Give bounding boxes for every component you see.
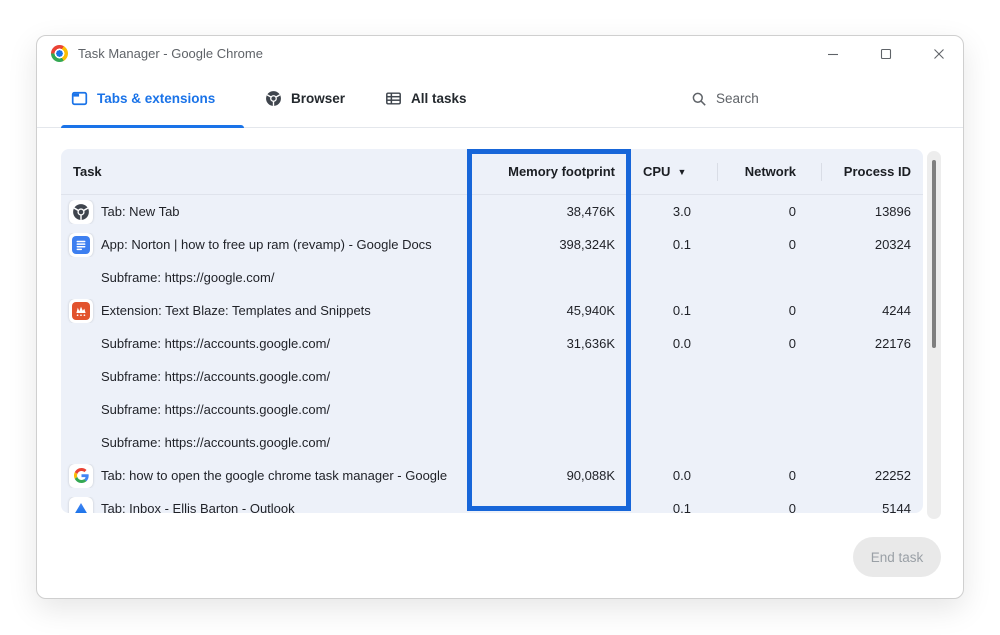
active-tab-underline: [61, 125, 244, 128]
scrollbar-track[interactable]: [927, 151, 941, 519]
window-title: Task Manager - Google Chrome: [78, 46, 263, 61]
column-header-network[interactable]: Network: [717, 163, 821, 181]
minimize-button[interactable]: [813, 42, 853, 66]
task-cell: Tab: New Tab: [61, 200, 467, 224]
search-icon: [691, 91, 707, 107]
memory-cell: 90,088K: [467, 468, 631, 483]
end-task-button[interactable]: End task: [853, 537, 941, 577]
table-row[interactable]: Subframe: https://accounts.google.com/: [61, 426, 923, 459]
task-manager-window: Task Manager - Google Chrome Tabs & exte…: [36, 35, 964, 599]
cpu-cell: 0.1: [631, 501, 717, 513]
scrollbar-thumb[interactable]: [932, 160, 936, 348]
tab-icon: [71, 90, 88, 107]
column-header-cpu[interactable]: CPU ▼: [631, 164, 717, 179]
task-label: Tab: New Tab: [101, 204, 180, 219]
minimize-icon: [825, 46, 841, 62]
pid-cell: 13896: [821, 204, 923, 219]
maximize-button[interactable]: [866, 42, 906, 66]
table-row[interactable]: Subframe: https://accounts.google.com/ 3…: [61, 327, 923, 360]
task-cell: Subframe: https://accounts.google.com/: [61, 332, 467, 356]
tab-bar: Tabs & extensions Browser All tasks: [37, 70, 963, 128]
search-input[interactable]: [716, 91, 866, 106]
chrome-mono-icon: [69, 200, 93, 224]
google-docs-icon: [69, 233, 93, 257]
pid-cell: 22252: [821, 468, 923, 483]
cpu-cell: 3.0: [631, 204, 717, 219]
memory-cell: 38,476K: [467, 204, 631, 219]
cpu-cell: 0.1: [631, 237, 717, 252]
cpu-cell: 0.0: [631, 336, 717, 351]
pid-cell: 5144: [821, 501, 923, 513]
chrome-mono-icon: [265, 90, 282, 107]
table-row[interactable]: Subframe: https://accounts.google.com/: [61, 360, 923, 393]
title-bar: Task Manager - Google Chrome: [37, 36, 963, 70]
task-label: Tab: how to open the google chrome task …: [101, 468, 447, 483]
memory-cell: 31,636K: [467, 336, 631, 351]
close-icon: [931, 46, 947, 62]
task-cell: Subframe: https://accounts.google.com/: [61, 431, 467, 455]
network-cell: 0: [717, 336, 821, 351]
column-header-process-id[interactable]: Process ID: [821, 163, 923, 181]
textblaze-icon: [69, 299, 93, 323]
google-g-icon: [69, 464, 93, 488]
task-label: App: Norton | how to free up ram (revamp…: [101, 237, 432, 252]
task-label: Subframe: https://accounts.google.com/: [101, 435, 330, 450]
task-cell: Subframe: https://accounts.google.com/: [61, 365, 467, 389]
task-label: Extension: Text Blaze: Templates and Sni…: [101, 303, 371, 318]
cpu-cell: 0.0: [631, 468, 717, 483]
task-label: Subframe: https://accounts.google.com/: [101, 369, 330, 384]
search-box: [691, 70, 866, 127]
table-row[interactable]: Tab: New Tab 38,476K 3.0 0 13896: [61, 195, 923, 228]
memory-cell: 45,940K: [467, 303, 631, 318]
task-table: Task Memory footprint CPU ▼ Network Proc…: [61, 149, 923, 513]
tab-label: Browser: [291, 91, 345, 106]
network-cell: 0: [717, 468, 821, 483]
close-button[interactable]: [919, 42, 959, 66]
task-label: Tab: Inbox - Ellis Barton - Outlook: [101, 501, 295, 513]
tab-all-tasks[interactable]: All tasks: [385, 70, 467, 127]
pid-cell: 4244: [821, 303, 923, 318]
network-cell: 0: [717, 204, 821, 219]
tab-label: All tasks: [411, 91, 467, 106]
table-row[interactable]: Extension: Text Blaze: Templates and Sni…: [61, 294, 923, 327]
cpu-cell: 0.1: [631, 303, 717, 318]
task-cell: Subframe: https://google.com/: [61, 266, 467, 290]
chrome-logo-icon: [51, 45, 68, 62]
task-cell: App: Norton | how to free up ram (revamp…: [61, 233, 467, 257]
task-label: Subframe: https://accounts.google.com/: [101, 336, 330, 351]
task-label: Subframe: https://google.com/: [101, 270, 274, 285]
tab-label: Tabs & extensions: [97, 91, 215, 106]
table-row[interactable]: Tab: Inbox - Ellis Barton - Outlook 0.1 …: [61, 492, 923, 513]
maximize-icon: [878, 46, 894, 62]
tab-tabs-and-extensions[interactable]: Tabs & extensions: [71, 70, 215, 127]
column-header-task[interactable]: Task: [61, 164, 467, 179]
table-row[interactable]: Subframe: https://google.com/: [61, 261, 923, 294]
table-body: Tab: New Tab 38,476K 3.0 0 13896 App: No…: [61, 195, 923, 513]
task-grid-icon: [385, 90, 402, 107]
task-cell: Tab: how to open the google chrome task …: [61, 464, 467, 488]
column-header-memory-footprint[interactable]: Memory footprint: [467, 164, 631, 179]
network-cell: 0: [717, 237, 821, 252]
task-label: Subframe: https://accounts.google.com/: [101, 402, 330, 417]
task-cell: Subframe: https://accounts.google.com/: [61, 398, 467, 422]
network-cell: 0: [717, 501, 821, 513]
table-row[interactable]: App: Norton | how to free up ram (revamp…: [61, 228, 923, 261]
sort-descending-icon: ▼: [677, 167, 686, 177]
tab-browser[interactable]: Browser: [265, 70, 345, 127]
task-cell: Tab: Inbox - Ellis Barton - Outlook: [61, 497, 467, 514]
table-header: Task Memory footprint CPU ▼ Network Proc…: [61, 149, 923, 195]
table-row[interactable]: Subframe: https://accounts.google.com/: [61, 393, 923, 426]
pid-cell: 20324: [821, 237, 923, 252]
memory-cell: 398,324K: [467, 237, 631, 252]
pid-cell: 22176: [821, 336, 923, 351]
drive-icon: [69, 497, 93, 514]
table-row[interactable]: Tab: how to open the google chrome task …: [61, 459, 923, 492]
network-cell: 0: [717, 303, 821, 318]
task-cell: Extension: Text Blaze: Templates and Sni…: [61, 299, 467, 323]
